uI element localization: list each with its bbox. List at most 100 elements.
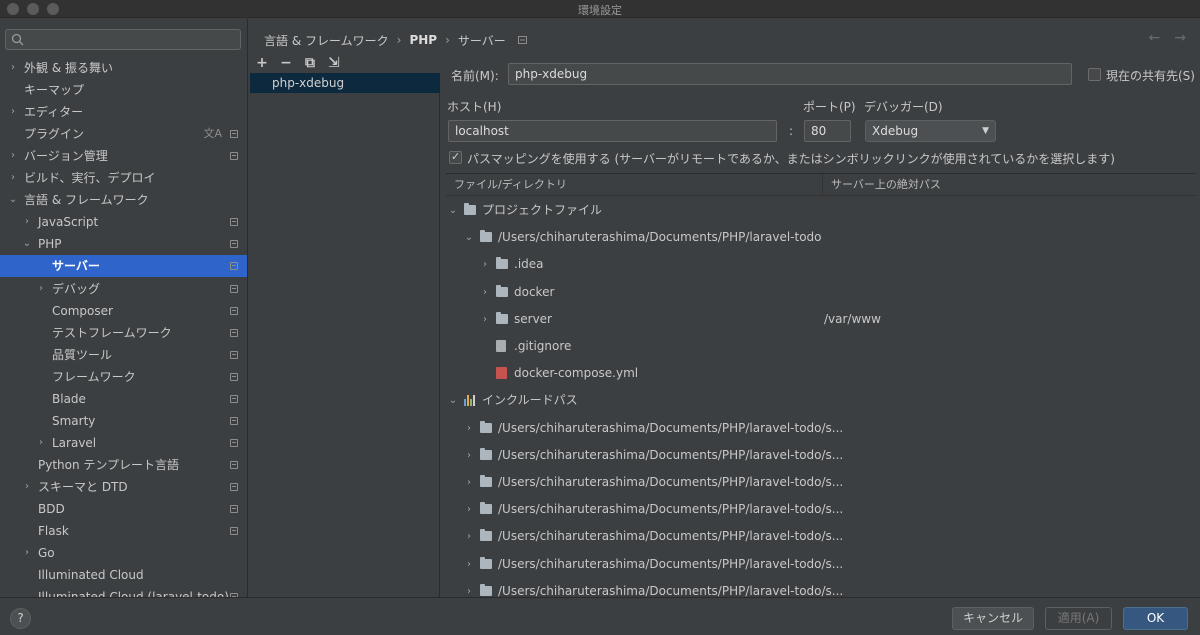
folder-icon <box>480 420 492 433</box>
sidebar-item-label: 言語 & フレームワーク <box>24 193 149 208</box>
table-row[interactable]: docker-compose.yml <box>446 360 1196 387</box>
chevron-right-icon[interactable]: › <box>8 145 18 167</box>
table-row[interactable]: › /Users/chiharuterashima/Documents/PHP/l… <box>446 442 1196 469</box>
project-scope-icon <box>230 328 238 337</box>
sidebar-item[interactable]: › バージョン管理 <box>0 145 247 167</box>
sidebar-item[interactable]: Smarty <box>0 410 247 432</box>
table-row[interactable]: .gitignore <box>446 333 1196 360</box>
sidebar-item[interactable]: › デバッグ <box>0 278 247 300</box>
breadcrumb-php[interactable]: PHP <box>409 33 437 47</box>
sidebar-item[interactable]: › スキーマと DTD <box>0 476 247 498</box>
sidebar-item[interactable]: ⌄ PHP <box>0 233 247 255</box>
table-row[interactable]: › .idea <box>446 251 1196 278</box>
sidebar-item-label: Blade <box>52 391 86 406</box>
sidebar-item[interactable]: Illuminated Cloud (laravel-todo) <box>0 586 247 597</box>
cancel-button[interactable]: キャンセル <box>952 607 1034 630</box>
column-header-abs-path[interactable]: サーバー上の絶対パス <box>822 174 941 196</box>
chevron-right-icon[interactable]: › <box>464 551 474 578</box>
project-scope-icon <box>230 284 238 293</box>
chevron-right-icon[interactable]: › <box>464 442 474 469</box>
sidebar-item[interactable]: › Go <box>0 542 247 564</box>
forward-arrow-icon[interactable]: → <box>1174 30 1186 46</box>
sidebar-item[interactable]: テストフレームワーク <box>0 322 247 344</box>
sidebar-item[interactable]: › エディター <box>0 101 247 123</box>
table-row[interactable]: › /Users/chiharuterashima/Documents/PHP/l… <box>446 578 1196 597</box>
table-row[interactable]: › /Users/chiharuterashima/Documents/PHP/l… <box>446 415 1196 442</box>
project-scope-icon <box>230 218 238 227</box>
row-label: /Users/chiharuterashima/Documents/PHP/la… <box>498 475 844 489</box>
table-row[interactable]: › /Users/chiharuterashima/Documents/PHP/l… <box>446 551 1196 578</box>
chevron-right-icon[interactable]: › <box>464 496 474 523</box>
table-row[interactable]: ⌄ /Users/chiharuterashima/Documents/PHP/l… <box>446 224 1196 251</box>
sidebar-item[interactable]: フレームワーク <box>0 366 247 388</box>
table-row[interactable]: › server/var/www <box>446 306 1196 333</box>
copy-server-button[interactable]: ⧉ <box>303 55 317 71</box>
chevron-right-icon[interactable]: › <box>22 211 32 233</box>
breadcrumb-lang[interactable]: 言語 & フレームワーク <box>264 32 389 49</box>
chevron-down-icon[interactable]: ⌄ <box>22 233 32 255</box>
server-item[interactable]: php-xdebug <box>250 73 440 93</box>
sidebar-item[interactable]: Illuminated Cloud <box>0 564 247 586</box>
project-scope-icon <box>230 152 238 161</box>
chevron-right-icon[interactable]: › <box>22 476 32 498</box>
chevron-right-icon[interactable]: › <box>22 542 32 564</box>
chevron-down-icon[interactable]: ⌄ <box>448 197 458 224</box>
shared-checkbox[interactable] <box>1088 68 1101 81</box>
sidebar-item[interactable]: ⌄ 言語 & フレームワーク <box>0 189 247 211</box>
debugger-select[interactable]: Xdebug ▼ <box>865 120 996 142</box>
sidebar-item[interactable]: Blade <box>0 388 247 410</box>
chevron-right-icon[interactable]: › <box>480 251 490 278</box>
apply-button[interactable]: 適用(A) <box>1045 607 1112 630</box>
column-header-file[interactable]: ファイル/ディレクトリ <box>446 174 567 196</box>
table-header: ファイル/ディレクトリ サーバー上の絶対パス <box>446 174 1196 196</box>
path-mapping-checkbox[interactable] <box>449 150 462 164</box>
remove-server-button[interactable]: − <box>279 55 293 71</box>
add-server-button[interactable]: + <box>255 55 269 71</box>
sidebar-item[interactable]: › ビルド、実行、デプロイ <box>0 167 247 189</box>
chevron-right-icon[interactable]: › <box>8 101 18 123</box>
chevron-right-icon[interactable]: › <box>464 469 474 496</box>
sidebar-item-label: エディター <box>24 105 84 120</box>
table-row[interactable]: › /Users/chiharuterashima/Documents/PHP/l… <box>446 496 1196 523</box>
ok-button[interactable]: OK <box>1123 607 1188 630</box>
chevron-right-icon[interactable]: › <box>8 57 18 79</box>
chevron-down-icon[interactable]: ⌄ <box>464 224 474 251</box>
sidebar-item[interactable]: キーマップ <box>0 79 247 101</box>
table-row[interactable]: › docker <box>446 279 1196 306</box>
table-row[interactable]: › /Users/chiharuterashima/Documents/PHP/l… <box>446 523 1196 550</box>
chevron-right-icon[interactable]: › <box>36 278 46 300</box>
chevron-right-icon[interactable]: › <box>464 415 474 442</box>
sidebar-item[interactable]: Composer <box>0 300 247 322</box>
server-path-cell[interactable]: /var/www <box>824 306 881 333</box>
sidebar-item-label: Go <box>38 546 55 561</box>
chevron-right-icon[interactable]: › <box>464 523 474 550</box>
navigation-arrows: ← → <box>1149 30 1186 46</box>
table-row[interactable]: › /Users/chiharuterashima/Documents/PHP/l… <box>446 469 1196 496</box>
table-row[interactable]: ⌄ インクルードパス <box>446 387 1196 414</box>
chevron-down-icon[interactable]: ⌄ <box>8 189 18 211</box>
back-arrow-icon[interactable]: ← <box>1149 30 1161 46</box>
sidebar-item[interactable]: 品質ツール <box>0 344 247 366</box>
sidebar-item[interactable]: › 外観 & 振る舞い <box>0 57 247 79</box>
chevron-right-icon[interactable]: › <box>480 306 490 333</box>
sidebar-item[interactable]: BDD <box>0 498 247 520</box>
sidebar-item[interactable]: › Laravel <box>0 432 247 454</box>
chevron-down-icon[interactable]: ⌄ <box>448 387 458 414</box>
port-field[interactable]: 80 <box>804 120 851 142</box>
chevron-right-icon[interactable]: › <box>36 432 46 454</box>
host-field[interactable]: localhost <box>448 120 777 142</box>
sidebar-item[interactable]: › JavaScript <box>0 211 247 233</box>
chevron-right-icon[interactable]: › <box>8 167 18 189</box>
chevron-right-icon[interactable]: › <box>480 279 490 306</box>
name-field[interactable]: php-xdebug <box>508 63 1072 85</box>
sidebar-item[interactable]: Flask <box>0 520 247 542</box>
table-row[interactable]: ⌄ プロジェクトファイル <box>446 197 1196 224</box>
import-server-button[interactable]: ⇲ <box>327 55 341 71</box>
folder-icon <box>480 556 492 569</box>
sidebar-item[interactable]: サーバー <box>0 255 247 278</box>
sidebar-item[interactable]: Python テンプレート言語 <box>0 454 247 476</box>
settings-search-input[interactable] <box>5 29 241 50</box>
sidebar-item[interactable]: プラグイン 文A <box>0 123 247 145</box>
chevron-right-icon[interactable]: › <box>464 578 474 597</box>
help-button[interactable]: ? <box>10 608 31 629</box>
